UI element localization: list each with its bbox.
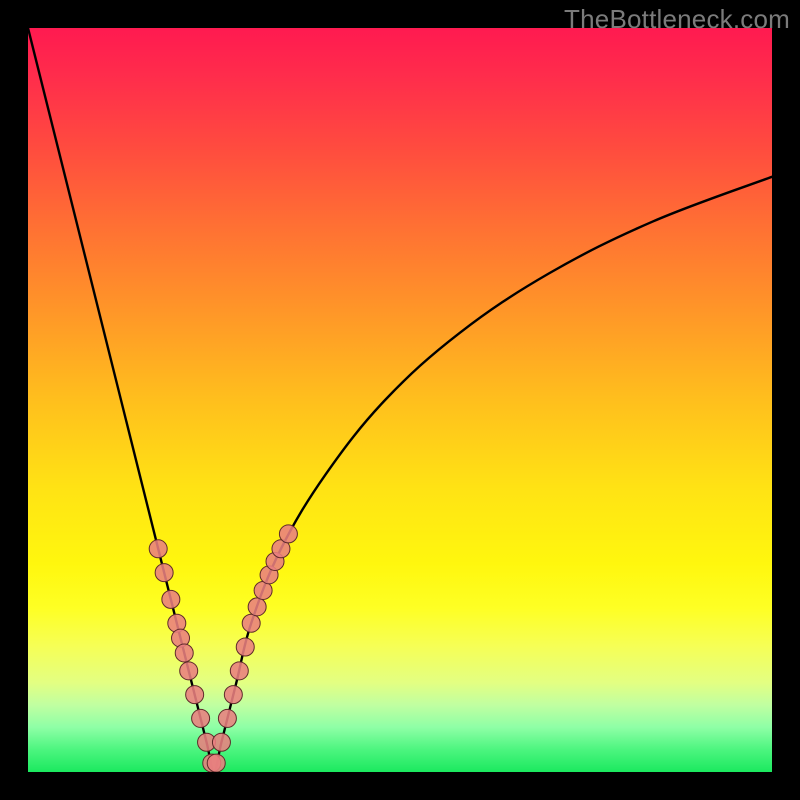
marker-dot (279, 525, 297, 543)
chart-frame: TheBottleneck.com (0, 0, 800, 800)
marker-dot (242, 614, 260, 632)
marker-dot (162, 590, 180, 608)
highlight-markers (149, 525, 297, 772)
marker-dot (186, 686, 204, 704)
marker-dot (149, 540, 167, 558)
marker-dot (248, 598, 266, 616)
marker-dot (180, 662, 198, 680)
plot-area (28, 28, 772, 772)
marker-dot (207, 754, 225, 772)
marker-dot (224, 686, 242, 704)
marker-dot (192, 709, 210, 727)
bottleneck-curve (28, 28, 772, 772)
chart-svg (28, 28, 772, 772)
watermark-text: TheBottleneck.com (564, 4, 790, 35)
marker-dot (212, 733, 230, 751)
marker-dot (236, 638, 254, 656)
marker-dot (218, 709, 236, 727)
marker-dot (230, 662, 248, 680)
marker-dot (155, 564, 173, 582)
marker-dot (175, 644, 193, 662)
